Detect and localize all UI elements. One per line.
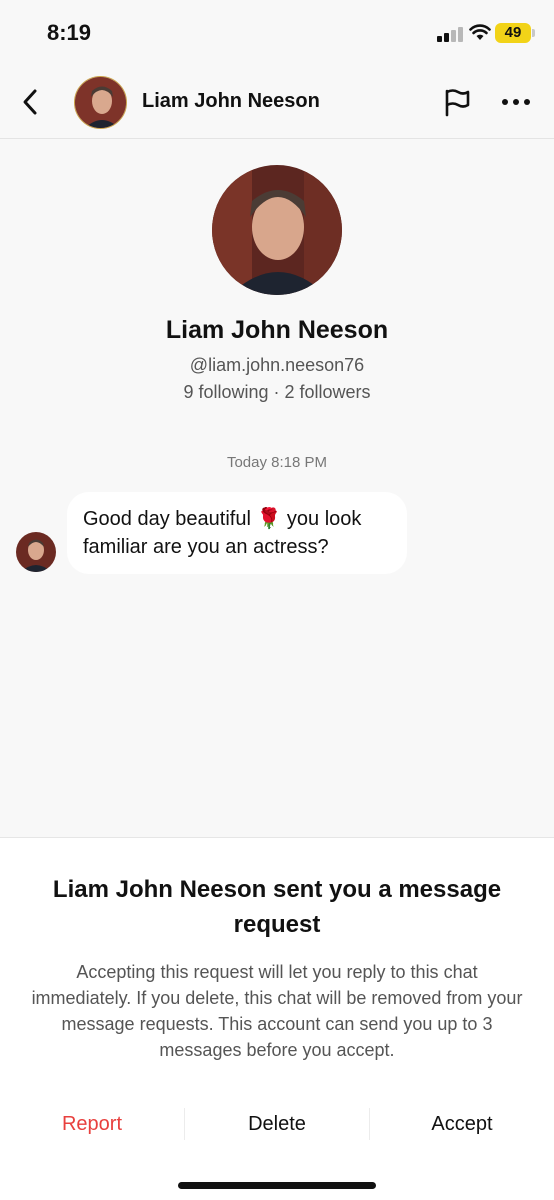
avatar-image [16, 532, 56, 572]
wifi-icon [469, 24, 491, 40]
battery-tip [532, 29, 535, 37]
signal-icon [437, 26, 463, 42]
battery-icon: 49 [495, 23, 531, 43]
request-actions: Report Delete Accept [0, 1104, 554, 1144]
more-horizontal-icon [502, 99, 530, 105]
chat-header: Liam John Neeson [0, 66, 554, 139]
more-options-button[interactable] [499, 88, 533, 116]
profile-handle: @liam.john.neeson76 [189, 355, 365, 375]
header-name[interactable]: Liam John Neeson [142, 90, 320, 113]
chevron-left-icon [23, 89, 37, 115]
message-bubble[interactable]: Good day beautiful 🌹 you look familiar a… [67, 492, 407, 574]
header-avatar[interactable] [74, 76, 127, 129]
profile-avatar[interactable] [212, 165, 342, 295]
back-button[interactable] [14, 82, 48, 122]
delete-button[interactable]: Delete [185, 1104, 369, 1144]
message-text-part: Good day beautiful [83, 508, 257, 530]
message-request-sheet: Liam John Neeson sent you a message requ… [0, 837, 554, 1200]
avatar-image [212, 165, 342, 295]
rose-emoji: 🌹 [256, 508, 282, 530]
flag-icon [445, 89, 470, 117]
profile-name: Liam John Neeson [165, 316, 389, 344]
message-avatar[interactable] [16, 532, 56, 572]
request-title: Liam John Neeson sent you a message requ… [52, 876, 502, 938]
report-flag-button[interactable] [441, 86, 473, 118]
message-timestamp: Today 8:18 PM [226, 454, 328, 471]
accept-button[interactable]: Accept [370, 1104, 554, 1144]
request-description: Accepting this request will let you repl… [31, 962, 523, 1060]
status-bar: 8:19 49 [0, 0, 554, 66]
report-button[interactable]: Report [0, 1104, 184, 1144]
home-indicator[interactable] [178, 1182, 376, 1189]
profile-stats[interactable]: 9 following · 2 followers [0, 382, 554, 403]
avatar-image [75, 77, 126, 128]
status-time: 8:19 [47, 20, 92, 45]
